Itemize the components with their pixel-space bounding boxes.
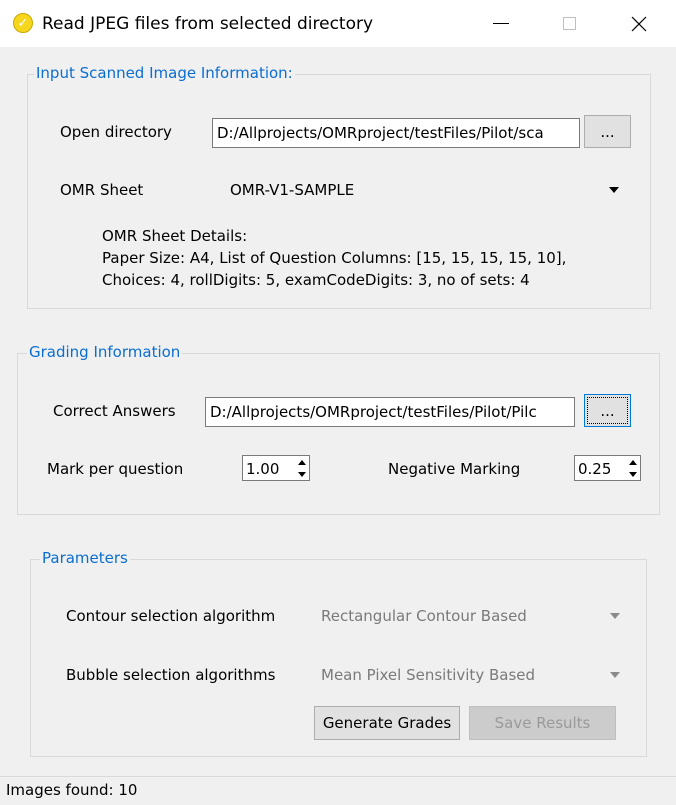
parameters-group-title: Parameters: [40, 549, 130, 567]
status-bar: Images found: 10: [0, 776, 676, 805]
mark-per-question-spinbox[interactable]: 1.00: [242, 455, 310, 481]
mark-per-question-value: 1.00: [246, 460, 280, 478]
arrow-down-icon: [629, 471, 637, 477]
grading-group-title: Grading Information: [27, 343, 183, 361]
minimize-icon: [493, 23, 509, 24]
correct-answers-field[interactable]: D:/Allprojects/OMRproject/testFiles/Pilo…: [205, 397, 575, 427]
details-line-2: Choices: 4, rollDigits: 5, examCodeDigit…: [102, 271, 530, 289]
maximize-button[interactable]: [546, 0, 592, 47]
details-heading: OMR Sheet Details:: [102, 227, 248, 245]
generate-grades-button[interactable]: Generate Grades: [314, 706, 460, 740]
minimize-button[interactable]: [478, 0, 524, 47]
close-button[interactable]: [616, 0, 662, 47]
browse-answers-button[interactable]: ...: [584, 394, 631, 427]
bubble-algorithm-value: Mean Pixel Sensitivity Based: [321, 666, 536, 684]
negative-marking-value: 0.25: [578, 460, 612, 478]
spin-down-button[interactable]: [295, 468, 309, 480]
spin-down-button[interactable]: [626, 468, 640, 480]
correct-answers-label: Correct Answers: [53, 402, 176, 420]
arrow-up-icon: [629, 459, 637, 465]
arrow-down-icon: [298, 471, 306, 477]
grading-group-box: [17, 353, 660, 515]
omr-sheet-value: OMR-V1-SAMPLE: [230, 181, 355, 199]
chevron-down-icon: [610, 613, 620, 619]
status-text: Images found: 10: [6, 781, 138, 799]
arrow-up-icon: [298, 459, 306, 465]
contour-algorithm-value: Rectangular Contour Based: [321, 607, 527, 625]
bubble-algorithm-label: Bubble selection algorithms: [66, 666, 276, 684]
contour-algorithm-label: Contour selection algorithm: [66, 607, 276, 625]
contour-algorithm-select[interactable]: Rectangular Contour Based: [315, 602, 633, 630]
chevron-down-icon: [610, 672, 620, 678]
save-results-button[interactable]: Save Results: [469, 706, 616, 740]
title-bar: ✓ Read JPEG files from selected director…: [0, 0, 676, 47]
negative-marking-spinbox[interactable]: 0.25: [574, 455, 641, 481]
input-group-title: Input Scanned Image Information:: [34, 64, 295, 82]
negative-marking-label: Negative Marking: [388, 460, 521, 478]
details-line-1: Paper Size: A4, List of Question Columns…: [102, 249, 567, 267]
browse-directory-button[interactable]: ...: [584, 115, 631, 148]
open-directory-label: Open directory: [60, 123, 172, 141]
spin-up-button[interactable]: [295, 456, 309, 468]
omr-sheet-details: OMR Sheet Details: Paper Size: A4, List …: [102, 225, 566, 291]
close-icon: [631, 16, 647, 31]
omr-sheet-select[interactable]: OMR-V1-SAMPLE: [224, 176, 630, 204]
check-circle-icon: ✓: [13, 13, 33, 33]
maximize-icon: [562, 17, 576, 30]
chevron-down-icon: [609, 187, 619, 193]
window-title: Read JPEG files from selected directory: [42, 14, 374, 34]
spin-up-button[interactable]: [626, 456, 640, 468]
bubble-algorithm-select[interactable]: Mean Pixel Sensitivity Based: [315, 661, 633, 689]
omr-sheet-label: OMR Sheet: [60, 181, 144, 199]
mark-per-question-label: Mark per question: [47, 460, 184, 478]
open-directory-field[interactable]: D:/Allprojects/OMRproject/testFiles/Pilo…: [212, 118, 580, 148]
